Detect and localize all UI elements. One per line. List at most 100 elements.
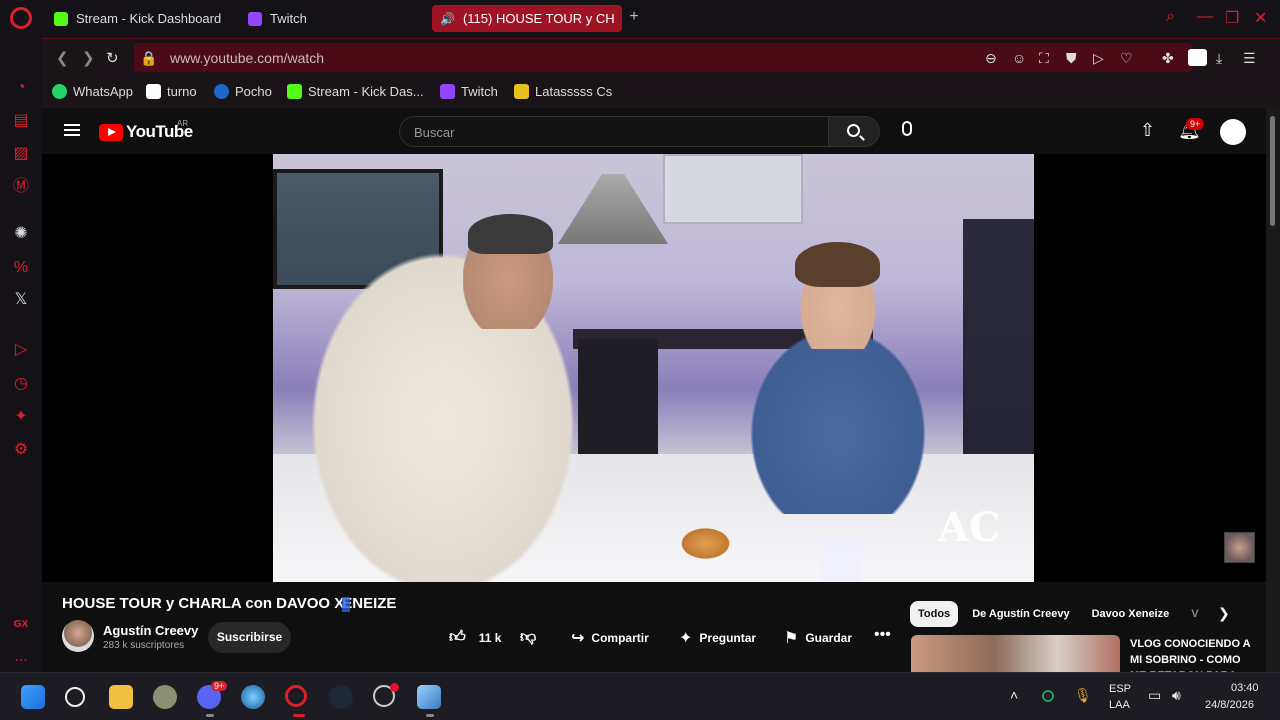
file-explorer-icon[interactable] (109, 685, 133, 709)
windows-start-icon[interactable] (21, 685, 45, 709)
subscribe-button[interactable]: Suscribirse (208, 622, 291, 653)
chevron-up-icon[interactable]: ˄ (1010, 687, 1018, 703)
miniplayer-channel-thumb[interactable] (1224, 532, 1255, 563)
tab-twitch[interactable]: Twitch (240, 5, 315, 32)
chevron-right-icon[interactable]: ❯ (1218, 605, 1230, 622)
gmail-icon[interactable]: Ⓜ (11, 177, 31, 197)
clock-time[interactable]: 03:40 (1231, 682, 1259, 694)
volume-icon[interactable]: 🔊︎ (1172, 687, 1181, 704)
tab-youtube-active[interactable]: 🔊 (115) HOUSE TOUR y CH (432, 5, 622, 32)
youtube-logo[interactable]: YouTube AR (99, 119, 193, 142)
new-tab-button[interactable]: + (626, 9, 642, 26)
opera-gx-taskbar-icon[interactable] (285, 685, 307, 707)
whatsapp-icon (52, 84, 67, 99)
extensions-puzzle-icon[interactable]: ✤ (1162, 50, 1174, 67)
extensions-icon[interactable]: ✦ (11, 407, 31, 427)
microphone-icon[interactable]: 🎙︎ (1074, 687, 1092, 704)
opera-logo-icon[interactable] (10, 7, 32, 29)
chip-todos[interactable]: Todos (910, 601, 959, 627)
like-button[interactable]: 👍︎ 11 k (449, 628, 501, 647)
bookmark-label: Pocho (235, 84, 272, 99)
channel-name[interactable]: Agustín Creevy (103, 623, 198, 638)
player-icon[interactable]: ▷ (11, 340, 31, 360)
ask-button[interactable]: ✦ Preguntar (679, 628, 756, 648)
video-title: HOUSE TOUR y CHARLA con DAVOO XENEIZE (62, 595, 396, 612)
page-scrollbar[interactable] (1266, 108, 1280, 672)
bookmark-turno[interactable]: turno (146, 84, 197, 99)
subscriber-count: 283 k suscriptores (103, 640, 185, 651)
bookmark-pocho[interactable]: Pocho (214, 84, 272, 99)
recommended-thumbnail[interactable] (911, 635, 1120, 672)
guide-menu-icon[interactable] (64, 124, 80, 136)
more-icon[interactable]: ... (11, 647, 31, 667)
bookmark-kick[interactable]: Stream - Kick Das... (287, 84, 424, 99)
gx-control-icon[interactable]: ◔ (11, 78, 31, 98)
back-icon[interactable]: ❮ (56, 49, 69, 67)
video-player[interactable]: AC (42, 154, 1266, 582)
settings-icon[interactable]: ⚙ (11, 440, 31, 460)
close-icon[interactable]: ✕ (1254, 8, 1267, 28)
clock-date[interactable]: 24/8/2026 (1205, 699, 1254, 711)
keyboard-layout[interactable]: LAA (1109, 699, 1130, 711)
account-avatar[interactable] (1220, 119, 1246, 145)
discount-icon[interactable]: % (11, 258, 31, 278)
tray-green-icon[interactable] (1042, 690, 1054, 702)
send-icon[interactable]: ▷ (1093, 50, 1104, 67)
extension-badge-icon[interactable] (1188, 49, 1207, 66)
youtube-page: YouTube AR Buscar ⇧ 🔔︎ 9+ AC HOUSE TOUR … (42, 108, 1266, 672)
video-frame[interactable]: AC (273, 154, 1034, 582)
minimize-icon[interactable]: — (1197, 8, 1213, 26)
history-icon[interactable]: ◷ (11, 374, 31, 394)
chatgpt-icon[interactable]: ✺ (11, 224, 31, 244)
lock-icon[interactable]: 🔒 (140, 50, 157, 67)
recommended-title[interactable]: VLOG CONOCIENDO A MI SOBRINO - COMO ME R… (1130, 636, 1255, 672)
voice-search-icon[interactable] (902, 121, 912, 136)
more-actions-icon[interactable]: ••• (874, 626, 891, 644)
search-button[interactable] (828, 116, 880, 147)
maximize-icon[interactable]: ❐ (1225, 8, 1239, 28)
share-button[interactable]: ↪ Compartir (571, 628, 649, 648)
emoji-icon[interactable]: ☺ (1012, 50, 1026, 66)
title-part: NEIZE (352, 595, 397, 612)
cleaner-icon[interactable]: ▨ (11, 144, 31, 164)
speaker-icon[interactable]: 🔊 (440, 12, 455, 26)
download-icon[interactable]: ⤓ (1216, 50, 1222, 67)
chip-de-agustin[interactable]: De Agustín Creevy (964, 601, 1077, 627)
bookmark-label: Stream - Kick Das... (308, 84, 424, 99)
bookmark-twitch[interactable]: Twitch (440, 84, 498, 99)
search-icon (847, 124, 860, 137)
scrollbar-thumb[interactable] (1270, 116, 1275, 226)
pocket-icon[interactable]: ⛊ (1066, 50, 1077, 67)
text-selection-caret (342, 596, 351, 612)
search-icon[interactable] (65, 687, 85, 707)
snapshot-icon[interactable]: ⛶ (1039, 50, 1049, 67)
language-code[interactable]: ESP (1109, 683, 1131, 695)
chip-davoo[interactable]: Davoo Xeneize (1084, 601, 1178, 627)
upload-icon[interactable]: ⇧ (1140, 120, 1155, 141)
network-icon[interactable]: ▭ (1148, 687, 1161, 704)
bookmark-whatsapp[interactable]: WhatsApp (52, 84, 133, 99)
search-input[interactable]: Buscar (399, 116, 829, 147)
bookmark-label: turno (167, 84, 197, 99)
url-text[interactable]: www.youtube.com/watch (170, 50, 324, 66)
dislike-button[interactable]: 👎︎ (520, 628, 536, 647)
gx-corner-icon[interactable]: ▤ (11, 111, 31, 131)
save-button[interactable]: ⚑ Guardar (784, 628, 852, 648)
zoom-out-icon[interactable]: ⊖ (985, 50, 997, 67)
forward-icon[interactable]: ❯ (82, 49, 95, 67)
steam-taskbar-icon[interactable] (329, 685, 353, 709)
app-blue-icon[interactable] (241, 685, 265, 709)
app-icon[interactable] (153, 685, 177, 709)
x-twitter-icon[interactable]: 𝕏 (11, 290, 31, 310)
thumbs-down-icon: 👎︎ (520, 629, 537, 646)
menu-icon[interactable]: ☰ (1243, 50, 1256, 67)
reload-icon[interactable]: ↻ (106, 49, 119, 67)
search-tabs-icon[interactable]: ⌕ (1166, 8, 1175, 26)
heart-icon[interactable]: ♡ (1120, 50, 1133, 67)
chip-truncated[interactable]: V (1183, 601, 1206, 627)
tab-kick-dashboard[interactable]: Stream - Kick Dashboard (46, 5, 229, 32)
channel-avatar[interactable] (62, 620, 94, 652)
gx-label[interactable]: GX (11, 615, 31, 635)
app-cursor-icon[interactable] (417, 685, 441, 709)
bookmark-latasssss[interactable]: Latasssss Cs (514, 84, 612, 99)
